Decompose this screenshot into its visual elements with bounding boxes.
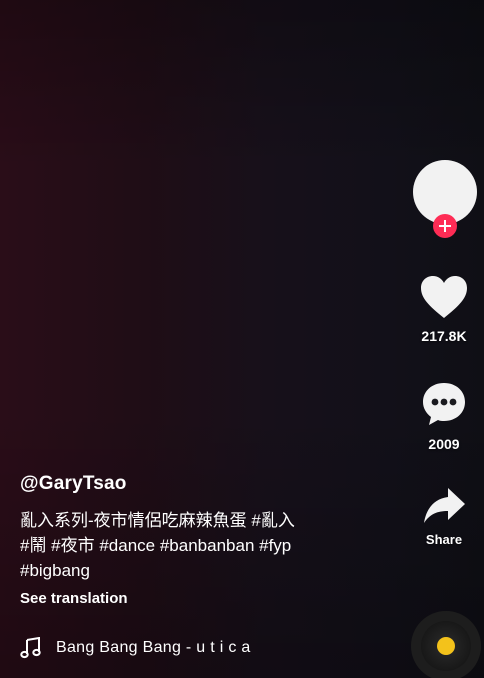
comment-action[interactable]: 2009	[404, 380, 484, 452]
video-caption: 亂入系列-夜市情侶吃麻辣魚蛋 #亂入 #鬧 #夜市 #dance #banban…	[20, 508, 360, 583]
music-disc-center	[437, 637, 455, 655]
music-title[interactable]: Bang Bang Bang - u t i c a	[56, 639, 266, 657]
comment-count: 2009	[428, 436, 460, 452]
share-arrow-icon[interactable]	[421, 486, 467, 526]
plus-icon	[439, 220, 451, 232]
like-action[interactable]: 217.8K	[404, 274, 484, 344]
caption-line: 亂入系列-夜市情侶吃麻辣魚蛋 #亂入	[20, 511, 295, 530]
like-count: 217.8K	[421, 328, 467, 344]
follow-button[interactable]	[433, 214, 457, 238]
share-label: Share	[425, 532, 463, 547]
caption-line: #鬧 #夜市 #dance #banbanban #fyp	[20, 536, 292, 555]
comment-bubble-icon[interactable]	[420, 380, 468, 428]
see-translation-link[interactable]: See translation	[20, 589, 360, 609]
music-note-icon	[20, 637, 41, 659]
music-row[interactable]: Bang Bang Bang - u t i c a	[20, 637, 266, 659]
share-action[interactable]: Share	[404, 486, 484, 547]
creator-username[interactable]: @GaryTsao	[20, 471, 360, 497]
video-screen[interactable]: 217.8K 2009 Share @GaryTsao 亂入系列-夜市情侶吃麻辣…	[0, 0, 484, 678]
caption-line: #bigbang	[20, 561, 90, 580]
video-info: @GaryTsao 亂入系列-夜市情侶吃麻辣魚蛋 #亂入 #鬧 #夜市 #dan…	[20, 471, 360, 609]
heart-icon[interactable]	[419, 274, 469, 320]
